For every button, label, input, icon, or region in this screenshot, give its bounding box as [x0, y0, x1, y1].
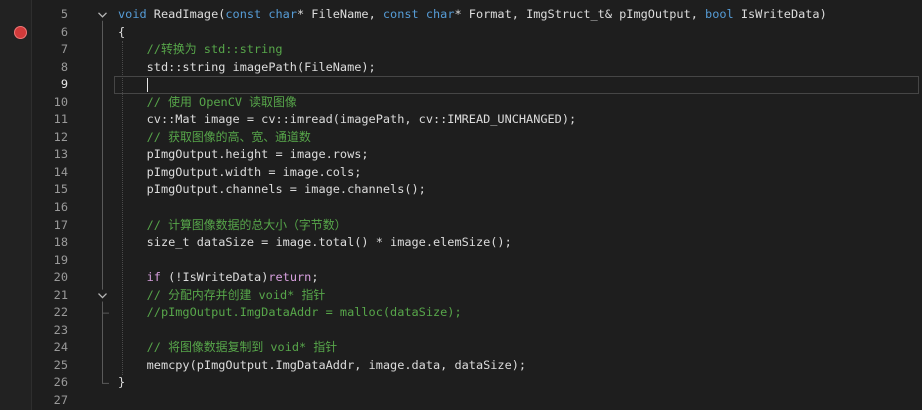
fold-region-line [102, 20, 109, 384]
fold-region-line [102, 301, 109, 314]
outlining-margin[interactable] [0, 0, 922, 410]
collapse-chevron-icon[interactable] [98, 12, 107, 18]
code-editor[interactable]: 5 void ReadImage(const char* FileName, co… [0, 0, 922, 410]
collapse-chevron-icon[interactable] [98, 293, 107, 299]
